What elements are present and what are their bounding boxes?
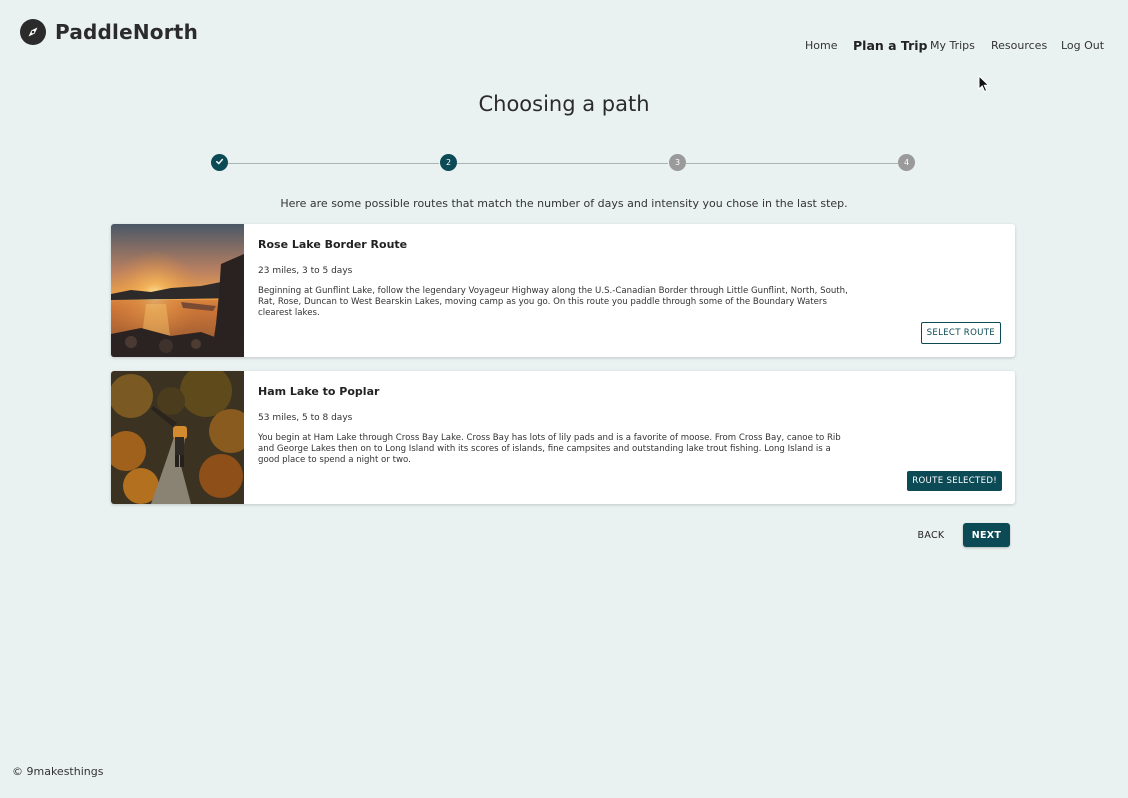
check-icon — [215, 157, 224, 168]
top-header: PaddleNorth Home Plan a Trip My Trips Re… — [0, 0, 1128, 70]
nav-log-out[interactable]: Log Out — [1061, 39, 1104, 52]
route-meta: 23 miles, 3 to 5 days — [258, 266, 353, 276]
step-2-current[interactable]: 2 — [440, 154, 457, 171]
nav-plan-a-trip[interactable]: Plan a Trip — [853, 38, 927, 53]
progress-stepper: 2 3 4 — [211, 154, 915, 172]
route-title: Rose Lake Border Route — [258, 238, 408, 251]
step-connector — [686, 162, 898, 164]
step-4[interactable]: 4 — [898, 154, 915, 171]
nav-resources[interactable]: Resources — [991, 39, 1047, 52]
route-card: Rose Lake Border Route 23 miles, 3 to 5 … — [111, 224, 1015, 357]
step-1-complete[interactable] — [211, 154, 228, 171]
nav-home[interactable]: Home — [805, 39, 837, 52]
route-photo-portage-trail — [111, 371, 253, 504]
footer-copyright: © 9makesthings — [12, 765, 104, 778]
next-button[interactable]: NEXT — [963, 523, 1010, 547]
route-description: Beginning at Gunflint Lake, follow the l… — [258, 286, 848, 318]
route-meta: 53 miles, 5 to 8 days — [258, 413, 353, 423]
back-button[interactable]: BACK — [910, 523, 952, 547]
step-3[interactable]: 3 — [669, 154, 686, 171]
route-selected-button[interactable]: ROUTE SELECTED! — [907, 471, 1002, 491]
select-route-button[interactable]: SELECT ROUTE — [920, 322, 1001, 344]
route-description: You begin at Ham Lake through Cross Bay … — [258, 433, 841, 465]
route-photo-sunset-lake — [111, 224, 244, 357]
step-connector — [228, 162, 439, 164]
nav-my-trips[interactable]: My Trips — [930, 39, 975, 52]
page-title: Choosing a path — [478, 92, 650, 116]
compass-icon — [20, 19, 46, 45]
step-connector — [457, 162, 668, 164]
intro-text: Here are some possible routes that match… — [280, 197, 848, 210]
app-name: PaddleNorth — [55, 20, 199, 44]
route-card: Ham Lake to Poplar 53 miles, 5 to 8 days… — [111, 371, 1015, 504]
logo[interactable]: PaddleNorth — [20, 19, 198, 45]
route-title: Ham Lake to Poplar — [258, 385, 380, 398]
